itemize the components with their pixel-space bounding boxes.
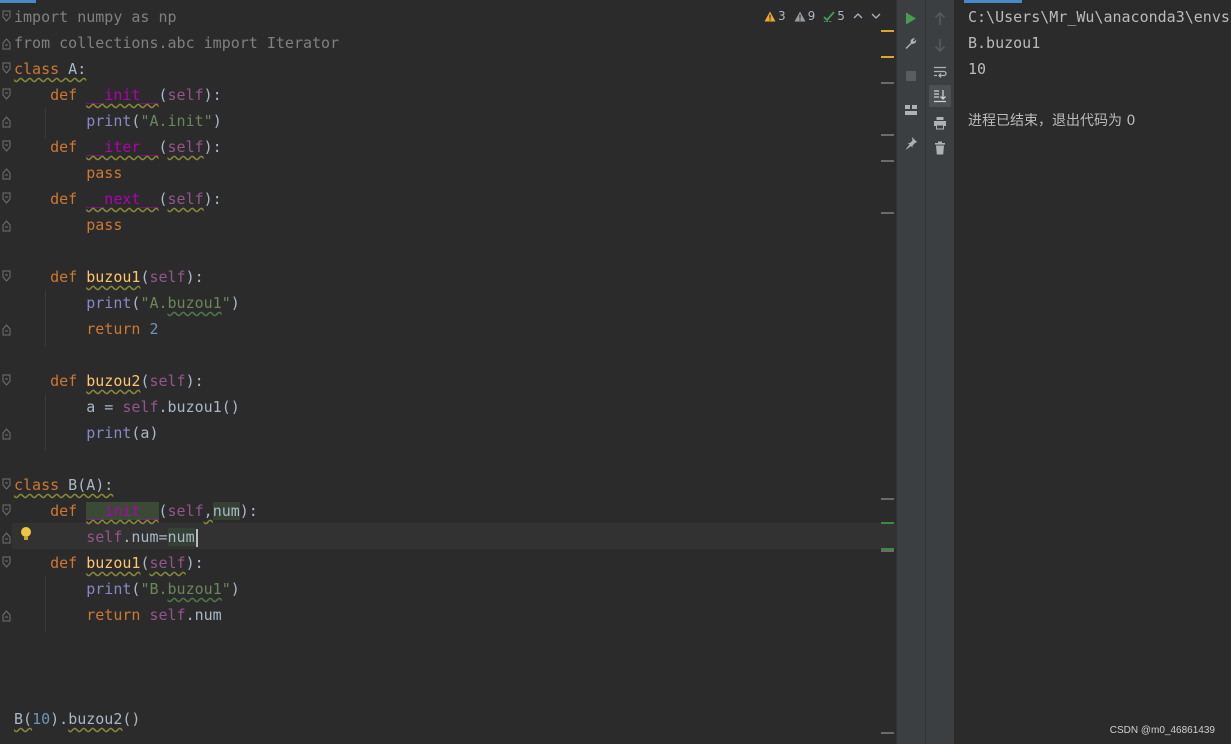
chevron-down-icon[interactable] (871, 9, 881, 23)
code-editor[interactable]: import numpy as np from collections.abc … (0, 0, 896, 744)
fold-end-icon[interactable] (2, 610, 11, 622)
error-stripe[interactable] (881, 0, 895, 744)
code-line-17: print(a) (86, 424, 159, 442)
code-line-13: return 2 (86, 320, 159, 338)
fold-end-icon[interactable] (2, 324, 11, 336)
run-toolbar (896, 0, 925, 744)
wrench-icon[interactable] (902, 35, 920, 53)
typo-check-icon (823, 10, 835, 22)
typos-indicator[interactable]: 5 (823, 9, 845, 23)
scroll-to-end-icon[interactable] (929, 85, 951, 107)
console-toolbar (925, 0, 954, 744)
warnings-count: 3 (778, 9, 786, 23)
pin-icon[interactable] (902, 134, 920, 152)
code-line-11: def buzou1(self): (50, 268, 204, 286)
fold-end-icon[interactable] (2, 428, 11, 440)
warnings-indicator[interactable]: 3 (764, 9, 786, 23)
code-line-9: pass (86, 216, 123, 234)
console-line-command: C:\Users\Mr_Wu\anaconda3\envs (968, 8, 1230, 26)
layout-icon[interactable] (902, 101, 920, 119)
trash-icon[interactable] (931, 139, 949, 157)
code-line-28: B(10).buzou2() (14, 710, 141, 728)
fold-start-icon[interactable] (2, 140, 11, 152)
fold-start-icon[interactable] (2, 374, 11, 386)
text-caret (195, 528, 198, 547)
fold-start-icon[interactable] (2, 10, 11, 22)
weak-warning-icon (794, 11, 806, 21)
fold-start-icon[interactable] (2, 88, 11, 100)
inspection-widget[interactable]: 3 9 5 (764, 9, 881, 23)
arrow-up-icon[interactable] (931, 10, 949, 28)
fold-start-icon[interactable] (2, 270, 11, 282)
typo-mark[interactable] (881, 522, 894, 524)
fold-end-icon[interactable] (2, 532, 11, 544)
fold-end-icon[interactable] (2, 38, 11, 50)
code-line-19: class B(A): (14, 476, 114, 494)
console-tab-indicator (964, 0, 1022, 3)
warning-icon (764, 11, 776, 21)
code-line-21: self.num=num (14, 524, 198, 550)
fold-start-icon[interactable] (2, 478, 11, 490)
weak-warning-mark[interactable] (881, 160, 894, 162)
code-line-2: from collections.abc import Iterator (14, 34, 340, 52)
warning-mark[interactable] (881, 56, 894, 58)
warning-mark[interactable] (881, 30, 894, 32)
fold-start-icon[interactable] (2, 504, 11, 516)
code-line-23: print("B.buzou1") (86, 580, 240, 598)
soft-wrap-icon[interactable] (931, 63, 949, 81)
code-line-3: class A: (14, 60, 87, 78)
pycharm-window: import numpy as np from collections.abc … (0, 0, 1231, 744)
weak-warnings-count: 9 (807, 9, 816, 23)
weak-warnings-indicator[interactable]: 9 (794, 9, 816, 23)
code-line-22: def buzou1(self): (50, 554, 204, 572)
weak-warning-mark[interactable] (881, 134, 894, 136)
console-line-output: 10 (968, 60, 987, 78)
fold-start-icon[interactable] (2, 192, 11, 204)
run-console[interactable]: C:\Users\Mr_Wu\anaconda3\envs B.buzou1 1… (954, 0, 1231, 744)
code-line-5: print("A.init") (86, 112, 222, 130)
code-line-16: a = self.buzou1() (86, 398, 240, 416)
watermark: CSDN @m0_46861439 (1109, 725, 1215, 736)
console-line-output: B.buzou1 (968, 34, 1041, 52)
code-line-4: def __init__(self): (50, 86, 222, 104)
run-icon[interactable] (902, 9, 920, 27)
fold-end-icon[interactable] (2, 168, 11, 180)
typos-count: 5 (837, 9, 845, 23)
arrow-down-icon[interactable] (931, 36, 949, 54)
weak-warning-mark[interactable] (881, 82, 894, 84)
weak-warning-mark[interactable] (881, 732, 894, 734)
chevron-up-icon[interactable] (853, 9, 863, 23)
code-line-7: pass (86, 164, 123, 182)
stop-icon[interactable] (902, 67, 920, 85)
fold-start-icon[interactable] (2, 62, 11, 74)
weak-warning-mark[interactable] (881, 212, 894, 214)
code-line-1: import numpy as np (14, 8, 177, 26)
fold-end-icon[interactable] (2, 116, 11, 128)
code-line-20: def __init__(self,num): (50, 502, 258, 520)
code-line-15: def buzou2(self): (50, 372, 204, 390)
weak-warning-mark[interactable] (881, 550, 894, 552)
weak-warning-mark[interactable] (881, 498, 894, 500)
fold-start-icon[interactable] (2, 556, 11, 568)
code-line-8: def __next__(self): (50, 190, 222, 208)
fold-end-icon[interactable] (2, 220, 11, 232)
code-line-6: def __iter__(self): (50, 138, 222, 156)
code-line-12: print("A.buzou1") (86, 294, 240, 312)
editor-gutter (0, 0, 12, 744)
console-line-exit-status: 进程已结束，退出代码为 0 (968, 113, 1136, 129)
print-icon[interactable] (931, 114, 949, 132)
code-line-24: return self.num (86, 606, 222, 624)
